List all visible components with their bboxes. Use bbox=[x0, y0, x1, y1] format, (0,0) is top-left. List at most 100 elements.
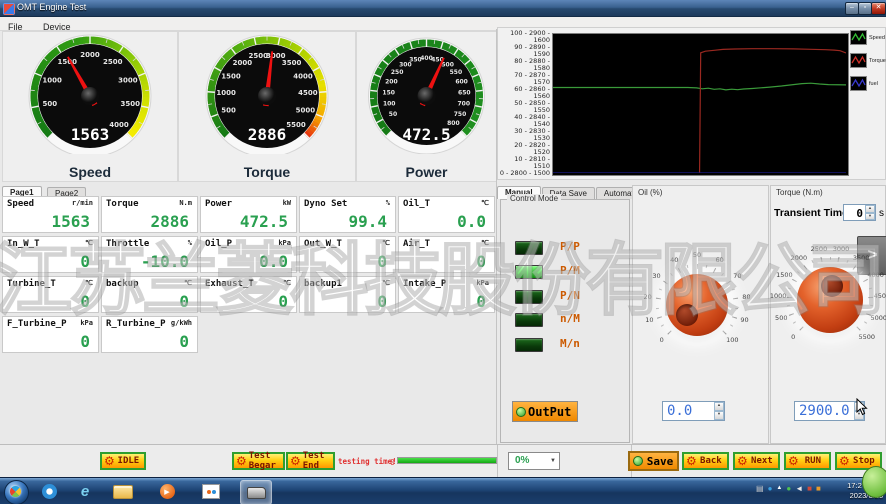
knob-sphere[interactable] bbox=[666, 274, 728, 336]
gear-icon: ⚙ bbox=[236, 455, 247, 467]
oil-spin-up[interactable]: ▲ bbox=[714, 402, 724, 411]
transient-spin-down[interactable]: ▼ bbox=[865, 213, 875, 221]
taskbar-icon-internet-explorer[interactable]: e bbox=[70, 480, 100, 503]
oil-setpoint-spinbox[interactable]: 0.0 ▲▼ bbox=[662, 401, 725, 421]
cell-value: 1563 bbox=[51, 212, 90, 231]
tray-printer-icon[interactable]: ▤ bbox=[756, 484, 764, 493]
svg-text:472.5: 472.5 bbox=[402, 125, 450, 144]
knob-scale-label: 500 bbox=[775, 314, 787, 322]
svg-text:150: 150 bbox=[382, 89, 395, 96]
cell-value: 0 bbox=[476, 292, 486, 311]
cell-name: Air_T bbox=[403, 239, 430, 249]
tray-volume-icon[interactable]: ◄ bbox=[795, 484, 803, 493]
chart-y-tick-label: 20 - 2820 - 1520 bbox=[499, 142, 550, 156]
table-cell-turbine-t: Turbine_T℃0 bbox=[2, 276, 99, 313]
test-begin-button[interactable]: ⚙ Test Begar bbox=[232, 452, 285, 470]
cell-unit: ℃ bbox=[283, 279, 291, 287]
gauge-torque-label: Torque bbox=[179, 164, 355, 180]
svg-text:600: 600 bbox=[455, 78, 468, 85]
taskbar-icon-browser[interactable] bbox=[34, 480, 64, 503]
taskbar-icon-media-player[interactable]: ▶ bbox=[152, 480, 182, 503]
cell-name: backup bbox=[106, 279, 139, 289]
knob-minor-tick bbox=[730, 325, 733, 327]
mode-led-m-n[interactable] bbox=[515, 338, 543, 352]
torque-spin-up[interactable]: ▲ bbox=[854, 402, 864, 411]
torque-knob[interactable]: 0500100015002000250030003500400045005000… bbox=[763, 233, 886, 367]
cell-unit: kW bbox=[283, 199, 291, 207]
browser-icon bbox=[42, 484, 57, 499]
cell-value: 0 bbox=[179, 332, 189, 351]
table-cell-oil-p: Oil_PkPa0.0 bbox=[200, 236, 297, 273]
engine-app-icon bbox=[247, 487, 266, 499]
knob-scale-label: 3500 bbox=[853, 254, 870, 262]
taskbar-icon-file-explorer[interactable] bbox=[108, 480, 138, 503]
knob-scale-label: 5500 bbox=[858, 333, 875, 341]
table-cell-speed: Speedr/min1563 bbox=[2, 196, 99, 233]
minimize-button[interactable]: – bbox=[845, 2, 859, 15]
mode-led-p-n[interactable] bbox=[515, 290, 543, 304]
cell-value: -10.0 bbox=[141, 252, 189, 271]
back-button[interactable]: ⚙ Back bbox=[682, 452, 729, 470]
close-button[interactable]: ✕ bbox=[871, 2, 886, 15]
svg-text:1500: 1500 bbox=[57, 58, 77, 66]
table-cell-out-w-t: Out_W_T℃0 bbox=[299, 236, 396, 273]
tray-network-icon[interactable]: ■ bbox=[807, 484, 812, 493]
knob-scale-label: 4000 bbox=[867, 271, 884, 279]
mode-led-p-p[interactable] bbox=[515, 241, 543, 255]
tray-status-icon[interactable]: ● bbox=[786, 484, 791, 493]
cell-unit: kPa bbox=[476, 279, 489, 287]
trend-chart: 100 - 2900 - 160090 - 2890 - 159080 - 28… bbox=[497, 27, 886, 180]
assistant-bubble[interactable] bbox=[862, 466, 886, 498]
gear-icon: ⚙ bbox=[104, 455, 115, 467]
cell-value: 0.0 bbox=[259, 252, 288, 271]
tray-shield-icon[interactable]: ● bbox=[768, 484, 773, 493]
svg-text:500: 500 bbox=[42, 100, 57, 108]
save-button[interactable]: Save bbox=[628, 451, 679, 471]
table-cell-oil-t: Oil_T℃0.0 bbox=[398, 196, 495, 233]
taskbar-icon-photo-viewer[interactable] bbox=[196, 480, 226, 503]
percent-combobox[interactable]: 0% ▼ bbox=[508, 452, 560, 470]
knob-minor-tick bbox=[670, 273, 673, 276]
next-button[interactable]: ⚙ Next bbox=[733, 452, 780, 470]
mode-led-n-m[interactable] bbox=[515, 313, 543, 327]
knob-scale-label: 80 bbox=[742, 293, 750, 301]
knob-minor-tick bbox=[787, 305, 790, 306]
cell-unit: N.m bbox=[179, 199, 192, 207]
knob-tick bbox=[799, 327, 803, 331]
torque-spin-down[interactable]: ▼ bbox=[854, 411, 864, 420]
maximize-button[interactable]: ▫ bbox=[858, 2, 872, 15]
taskbar-icon-engine-test-app[interactable] bbox=[240, 480, 272, 504]
run-button[interactable]: ⚙ RUN bbox=[784, 452, 831, 470]
test-end-button[interactable]: ⚙ Test End bbox=[286, 452, 335, 470]
transient-spin-up[interactable]: ▲ bbox=[865, 205, 875, 213]
bottom-strip: ⚙ IDLE ⚙ Test Begar ⚙ Test End testing t… bbox=[0, 444, 886, 478]
svg-text:50: 50 bbox=[389, 111, 397, 118]
oil-knob[interactable]: 0102030405060708090100 bbox=[630, 238, 764, 372]
knob-minor-tick bbox=[722, 273, 725, 276]
mode-led-p-m[interactable] bbox=[515, 265, 543, 279]
table-cell-backup: backup℃0 bbox=[101, 276, 198, 313]
cell-unit: r/min bbox=[72, 199, 93, 207]
knob-minor-tick bbox=[864, 321, 867, 323]
chart-y-tick-label: 40 - 2840 - 1540 bbox=[499, 114, 550, 128]
cell-value: 0 bbox=[476, 252, 486, 271]
mode-label-n-m: n/M bbox=[560, 312, 580, 325]
torque-panel-title: Torque (N.m) bbox=[776, 188, 823, 197]
cell-unit: ℃ bbox=[481, 239, 489, 247]
oil-spin-down[interactable]: ▼ bbox=[714, 411, 724, 420]
svg-text:1563: 1563 bbox=[71, 125, 110, 144]
tray-app-icon[interactable]: ■ bbox=[816, 484, 821, 493]
cell-name: backup1 bbox=[304, 279, 342, 289]
cell-name: Dyno Set bbox=[304, 199, 347, 209]
transient-time-spinbox[interactable]: 0 ▲▼ bbox=[843, 204, 876, 221]
output-button[interactable]: OutPut bbox=[512, 401, 578, 422]
cell-name: Power bbox=[205, 199, 232, 209]
torque-setpoint-spinbox[interactable]: 2900.0 ▲▼ bbox=[794, 401, 865, 421]
knob-tick bbox=[726, 280, 731, 284]
knob-tick bbox=[732, 316, 737, 318]
svg-text:3500: 3500 bbox=[282, 59, 302, 67]
cell-unit: kPa bbox=[278, 239, 291, 247]
knob-tick bbox=[820, 257, 822, 262]
tray-show-hidden-icon[interactable]: ▲ bbox=[776, 484, 782, 493]
legend-item-fuel: fuel bbox=[850, 76, 886, 91]
